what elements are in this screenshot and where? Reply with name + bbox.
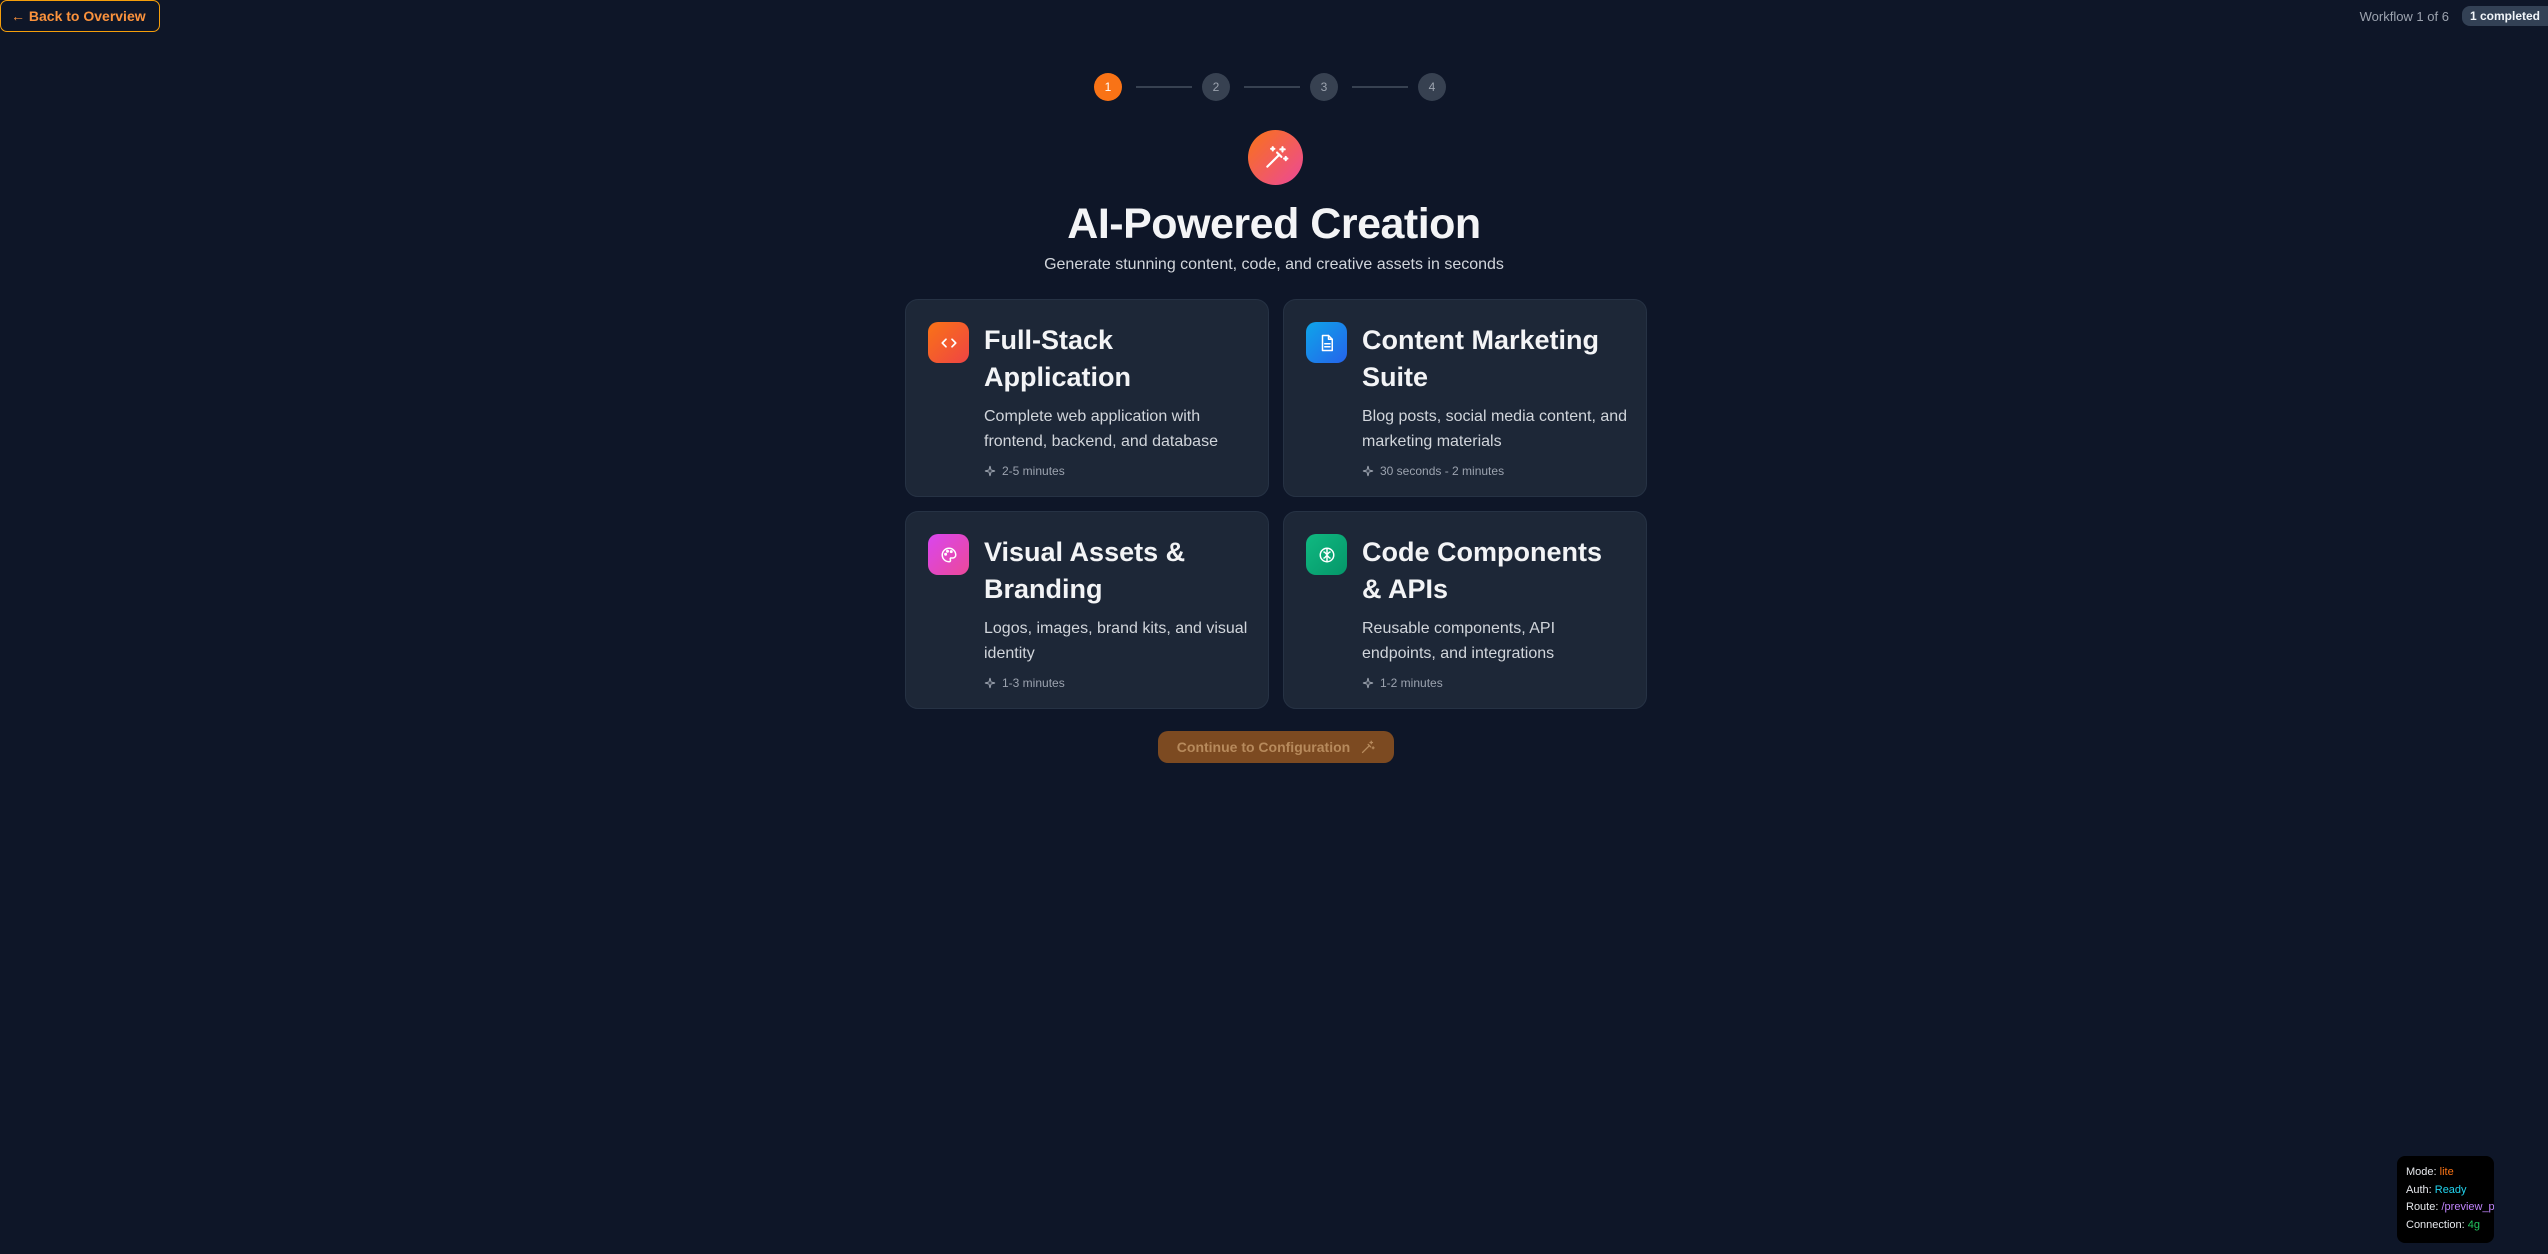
sparkle-icon [1362,677,1374,689]
step-connector [1244,86,1300,88]
card-description: Logos, images, brand kits, and visual id… [984,620,1248,662]
card-time: 30 seconds - 2 minutes [1362,464,1628,478]
card-full-stack-application[interactable]: Full-Stack Application Complete web appl… [905,299,1269,497]
step-connector [1136,86,1192,88]
card-time: 1-3 minutes [984,676,1250,690]
page-subtitle: Generate stunning content, code, and cre… [1044,256,1504,273]
card-time-label: 30 seconds - 2 minutes [1380,464,1505,478]
workflow-progress-text: Workflow 1 of 6 [2359,8,2449,24]
debug-mode: Mode: lite [2406,1166,2454,1178]
step-1: 1 [1094,73,1122,101]
debug-panel: Mode: lite Auth: Ready Route: /preview_p… [2397,1156,2494,1243]
palette-icon [928,534,969,575]
completed-badge: 1 completed [2461,6,2548,26]
stepper: 1 2 3 4 [1094,73,1446,101]
card-time-label: 1-3 minutes [1002,676,1065,690]
card-code-components-apis[interactable]: Code Components & APIs Reusable componen… [1283,511,1647,709]
card-title: Code Components & APIs [1362,537,1602,604]
card-description: Reusable components, API endpoints, and … [1362,620,1556,662]
card-time: 1-2 minutes [1362,676,1628,690]
card-title: Full-Stack Application [984,325,1131,392]
magic-wand-icon [1362,740,1375,753]
continue-to-configuration-button[interactable]: Continue to Configuration [1158,731,1394,763]
document-icon [1306,322,1347,363]
sparkle-icon [1362,465,1374,477]
back-to-overview-button[interactable]: ← Back to Overview [0,0,160,32]
card-time: 2-5 minutes [984,464,1250,478]
page-title: AI-Powered Creation [1067,200,1481,248]
card-description: Blog posts, social media content, and ma… [1362,408,1628,450]
sparkle-icon [984,677,996,689]
step-2: 2 [1202,73,1230,101]
debug-route: Route: /preview_page.html [2406,1201,2494,1213]
sparkle-icon [984,465,996,477]
continue-label: Continue to Configuration [1176,739,1351,755]
step-connector [1352,86,1408,88]
card-content-marketing-suite[interactable]: Content Marketing Suite Blog posts, soci… [1283,299,1647,497]
card-title: Content Marketing Suite [1362,325,1600,392]
workflow-status: Workflow 1 of 6 1 completed [2360,6,2548,26]
debug-auth: Auth: Ready [2406,1183,2467,1196]
step-3: 3 [1310,73,1338,101]
code-icon [928,322,969,363]
card-time-label: 1-2 minutes [1380,676,1443,690]
step-4: 4 [1418,73,1446,101]
card-visual-assets-branding[interactable]: Visual Assets & Branding Logos, images, … [905,511,1269,709]
magic-wand-icon [1248,130,1303,185]
card-title: Visual Assets & Branding [984,537,1186,604]
card-description: Complete web application with frontend, … [984,408,1218,450]
debug-connection: Connection: 4g [2406,1218,2481,1231]
brain-icon [1306,534,1347,575]
card-time-label: 2-5 minutes [1002,464,1065,478]
